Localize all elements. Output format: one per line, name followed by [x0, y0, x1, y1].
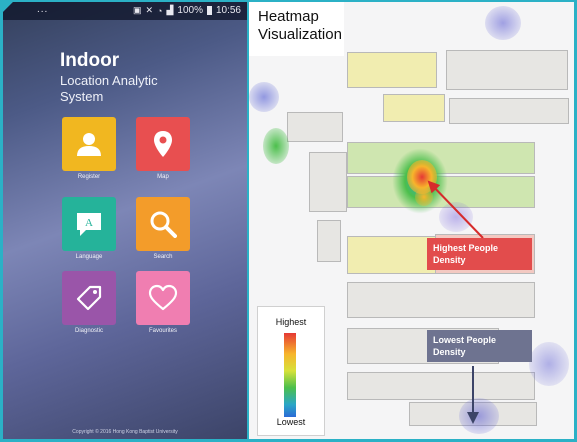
language-icon: A	[77, 213, 101, 236]
lowest-density-callout: Lowest People Density	[427, 330, 532, 362]
map-label: Map	[157, 174, 169, 180]
search-icon	[150, 211, 177, 238]
heatmap-view: Heatmap Visualization Highest People Den…	[249, 2, 574, 439]
screenshot-frame: ... ▣ ✕ ◔ ▟ 100% 10:56 Indoor Location A…	[0, 0, 577, 442]
app-subtitle: Location Analytic System	[60, 73, 158, 104]
search-tile[interactable]	[136, 197, 190, 251]
wifi-icon: ◔	[157, 5, 163, 16]
map-pin-icon	[154, 131, 172, 157]
svg-text:A: A	[85, 217, 93, 229]
map-tile[interactable]	[136, 117, 190, 171]
search-label: Search	[153, 254, 173, 260]
diagnostic-label: Diagnostic	[74, 328, 103, 334]
battery-icon	[206, 6, 212, 15]
diagnostic-tile[interactable]	[62, 271, 116, 325]
status-dots: ...	[37, 4, 49, 15]
register-tile[interactable]	[62, 117, 116, 171]
mute-icon: ✕	[145, 5, 154, 15]
highest-density-callout: Highest People Density	[427, 238, 532, 270]
nfc-icon: ▣	[132, 5, 142, 15]
register-label: Register	[77, 174, 101, 180]
legend-color-scale	[284, 333, 296, 417]
phone-app-screen: ... ▣ ✕ ◔ ▟ 100% 10:56 Indoor Location A…	[3, 2, 247, 439]
legend-highest-label: Highest	[275, 317, 307, 327]
clock: 10:56	[215, 5, 241, 16]
language-label: Language	[75, 254, 103, 260]
signal-icon: ▟	[166, 5, 174, 15]
favourites-label: Favourites	[148, 328, 177, 334]
legend-lowest-label: Lowest	[276, 417, 306, 427]
tag-icon	[76, 285, 102, 311]
status-bar: ... ▣ ✕ ◔ ▟ 100% 10:56	[3, 2, 247, 20]
app-title: Indoor	[60, 50, 120, 71]
battery-level: 100%	[177, 5, 203, 16]
highest-arrow	[427, 180, 484, 239]
user-icon	[77, 133, 101, 156]
copyright: Copyright © 2016 Hong Kong Baptist Unive…	[72, 429, 178, 435]
language-tile[interactable]: A	[62, 197, 116, 251]
heart-icon	[148, 284, 178, 311]
density-legend: Highest Lowest	[257, 306, 325, 436]
favourites-tile[interactable]	[136, 271, 190, 325]
